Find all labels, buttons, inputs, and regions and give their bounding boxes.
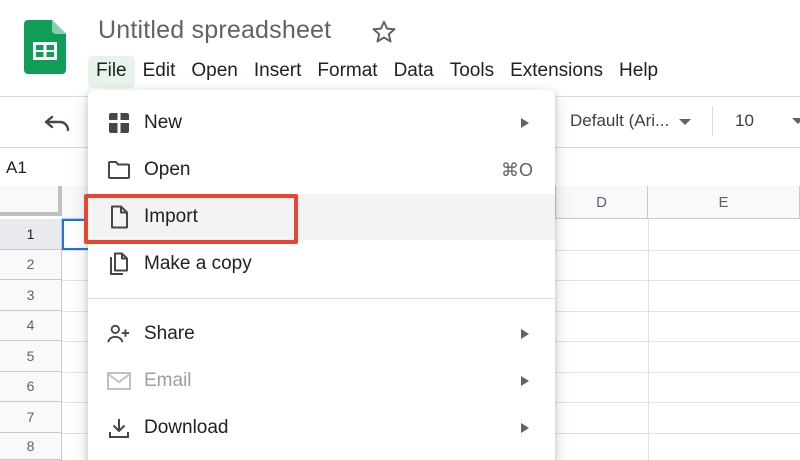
new-icon xyxy=(107,111,131,135)
menu-open[interactable]: Open xyxy=(183,56,245,88)
column-header-d[interactable]: D xyxy=(556,186,648,219)
download-icon xyxy=(107,416,131,440)
chevron-down-icon[interactable] xyxy=(792,118,800,124)
submenu-arrow-icon xyxy=(521,118,529,128)
undo-icon[interactable] xyxy=(44,112,72,134)
submenu-arrow-icon xyxy=(521,376,529,386)
row-header-6[interactable]: 6 xyxy=(0,371,62,402)
google-sheets-icon[interactable] xyxy=(24,20,66,74)
row-header-5[interactable]: 5 xyxy=(0,341,62,372)
star-icon[interactable] xyxy=(370,18,398,46)
row-header-3[interactable]: 3 xyxy=(0,280,62,311)
file-menu-email[interactable]: Email xyxy=(88,358,555,404)
shortcut-label: ⌘O xyxy=(500,159,533,180)
file-menu-new-label: New xyxy=(144,112,183,133)
font-family-value: Default (Ari... xyxy=(570,111,670,130)
menu-format[interactable]: Format xyxy=(309,56,385,88)
row-header-8[interactable]: 8 xyxy=(0,432,62,460)
file-icon xyxy=(107,205,131,229)
copy-icon xyxy=(107,252,131,276)
name-box[interactable]: A1 xyxy=(6,158,27,178)
row-header-4[interactable]: 4 xyxy=(0,310,62,341)
file-menu-new[interactable]: New xyxy=(88,100,555,146)
toolbar-divider xyxy=(712,106,713,136)
menu-help[interactable]: Help xyxy=(611,56,666,88)
file-menu-open[interactable]: Open ⌘O xyxy=(88,147,555,193)
column-header-e[interactable]: E xyxy=(648,186,800,219)
menu-divider xyxy=(88,298,555,299)
file-menu-download-label: Download xyxy=(144,417,229,438)
file-menu-make-copy-label: Make a copy xyxy=(144,253,252,274)
font-size-select[interactable]: 10 xyxy=(735,111,754,131)
menu-data[interactable]: Data xyxy=(386,56,442,88)
gridline xyxy=(648,219,649,460)
menu-file[interactable]: File xyxy=(88,56,135,88)
menu-insert[interactable]: Insert xyxy=(246,56,310,88)
submenu-arrow-icon xyxy=(521,423,529,433)
document-title[interactable]: Untitled spreadsheet xyxy=(98,16,331,45)
file-menu-make-copy[interactable]: Make a copy xyxy=(88,241,555,287)
file-menu-download[interactable]: Download xyxy=(88,405,555,451)
submenu-arrow-icon xyxy=(521,329,529,339)
email-icon xyxy=(107,369,131,393)
file-menu-share-label: Share xyxy=(144,323,195,344)
font-family-select[interactable]: Default (Ari... xyxy=(570,111,692,131)
menu-bar: File Edit Open Insert Format Data Tools … xyxy=(88,54,666,90)
file-menu-email-label: Email xyxy=(144,370,192,391)
share-person-icon xyxy=(107,322,131,346)
chevron-down-icon xyxy=(679,119,692,125)
folder-icon xyxy=(107,158,131,182)
menu-tools[interactable]: Tools xyxy=(442,56,502,88)
menu-extensions[interactable]: Extensions xyxy=(502,56,611,88)
row-header-2[interactable]: 2 xyxy=(0,249,62,280)
file-menu-dropdown: New Open ⌘O Import Make a copy Share Ema… xyxy=(88,90,555,460)
row-header-7[interactable]: 7 xyxy=(0,402,62,433)
file-menu-share[interactable]: Share xyxy=(88,311,555,357)
menu-edit[interactable]: Edit xyxy=(135,56,184,88)
select-all-corner[interactable] xyxy=(0,186,62,216)
file-menu-import-label: Import xyxy=(144,206,198,227)
row-header-1[interactable]: 1 xyxy=(0,219,62,250)
file-menu-open-label: Open xyxy=(144,159,191,180)
file-menu-import[interactable]: Import xyxy=(88,194,555,240)
